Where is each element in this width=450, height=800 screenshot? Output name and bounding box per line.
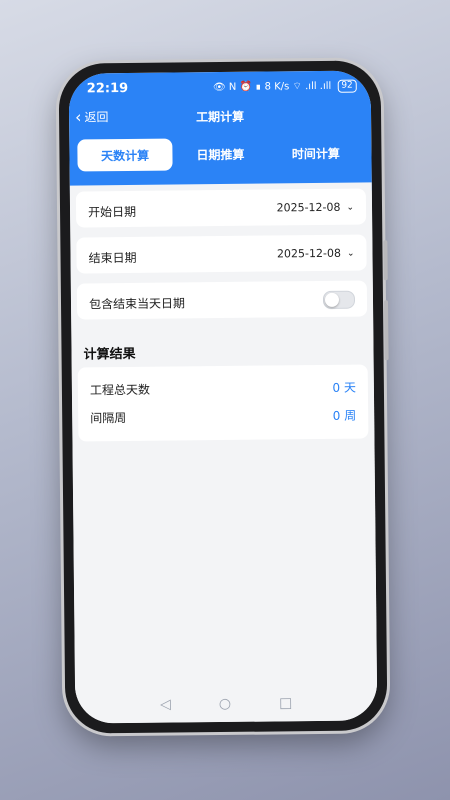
weeks-label: 间隔周 — [90, 411, 127, 426]
tab-days-calc[interactable]: 天数计算 — [77, 138, 173, 172]
end-date-value: 2025-12-08 — [276, 246, 342, 261]
volume-button — [383, 240, 388, 281]
status-bar: 22:19 👁 N ⏰ ∎ 8 K/s ⌔ .ıll .ıll 92 — [87, 77, 357, 98]
toggle-knob — [324, 292, 340, 307]
weeks-value: 0 周 — [332, 408, 357, 423]
battery-icon: 92 — [337, 79, 357, 93]
nav-recent-icon[interactable]: □ — [279, 695, 292, 711]
app-header: 22:19 👁 N ⏰ ∎ 8 K/s ⌔ .ıll .ıll 92 ‹ 返回 … — [68, 70, 372, 194]
nav-home-icon[interactable]: ○ — [219, 696, 231, 712]
chevron-down-icon: ⌄ — [346, 202, 355, 213]
start-date-picker[interactable]: 2025-12-08 ⌄ — [276, 201, 354, 215]
status-icons-text: 👁 N ⏰ ∎ 8 K/s ⌔ .ıll .ıll — [212, 80, 332, 93]
system-nav-bar: ◁ ○ □ — [75, 688, 377, 719]
screen: 22:19 👁 N ⏰ ∎ 8 K/s ⌔ .ıll .ıll 92 ‹ 返回 … — [68, 70, 378, 724]
include-end-toggle[interactable] — [322, 290, 356, 309]
include-end-label: 包含结束当天日期 — [88, 296, 186, 312]
start-date-label: 开始日期 — [87, 204, 137, 220]
include-end-row: 包含结束当天日期 — [76, 280, 368, 320]
start-date-row[interactable]: 开始日期 2025-12-08 ⌄ — [75, 188, 367, 228]
tab-time-calc[interactable]: 时间计算 — [268, 137, 364, 170]
results-card: 工程总天数 0 天 间隔周 0 周 — [77, 364, 369, 442]
total-days-label: 工程总天数 — [89, 382, 151, 398]
tab-date-calc[interactable]: 日期推算 — [173, 138, 269, 171]
total-days-value: 0 天 — [332, 380, 356, 395]
end-date-picker[interactable]: 2025-12-08 ⌄ — [277, 247, 355, 261]
phone-frame: 22:19 👁 N ⏰ ∎ 8 K/s ⌔ .ıll .ıll 92 ‹ 返回 … — [58, 60, 389, 734]
end-date-row[interactable]: 结束日期 2025-12-08 ⌄ — [76, 234, 367, 274]
main-content: 开始日期 2025-12-08 ⌄ 结束日期 2025-12-08 ⌄ 包含结束… — [69, 182, 378, 724]
nav-bar: ‹ 返回 工期计算 — [69, 102, 371, 131]
power-button — [383, 300, 389, 361]
status-icons: 👁 N ⏰ ∎ 8 K/s ⌔ .ıll .ıll 92 — [213, 79, 357, 94]
chevron-down-icon: ⌄ — [346, 248, 355, 259]
page-title: 工期计算 — [195, 109, 245, 125]
start-date-value: 2025-12-08 — [276, 200, 341, 215]
results-section-title: 计算结果 — [83, 346, 136, 363]
end-date-label: 结束日期 — [88, 250, 137, 266]
nav-back-icon[interactable]: ◁ — [160, 697, 171, 713]
status-time: 22:19 — [86, 80, 129, 96]
tab-bar: 天数计算 日期推算 时间计算 — [77, 137, 363, 172]
